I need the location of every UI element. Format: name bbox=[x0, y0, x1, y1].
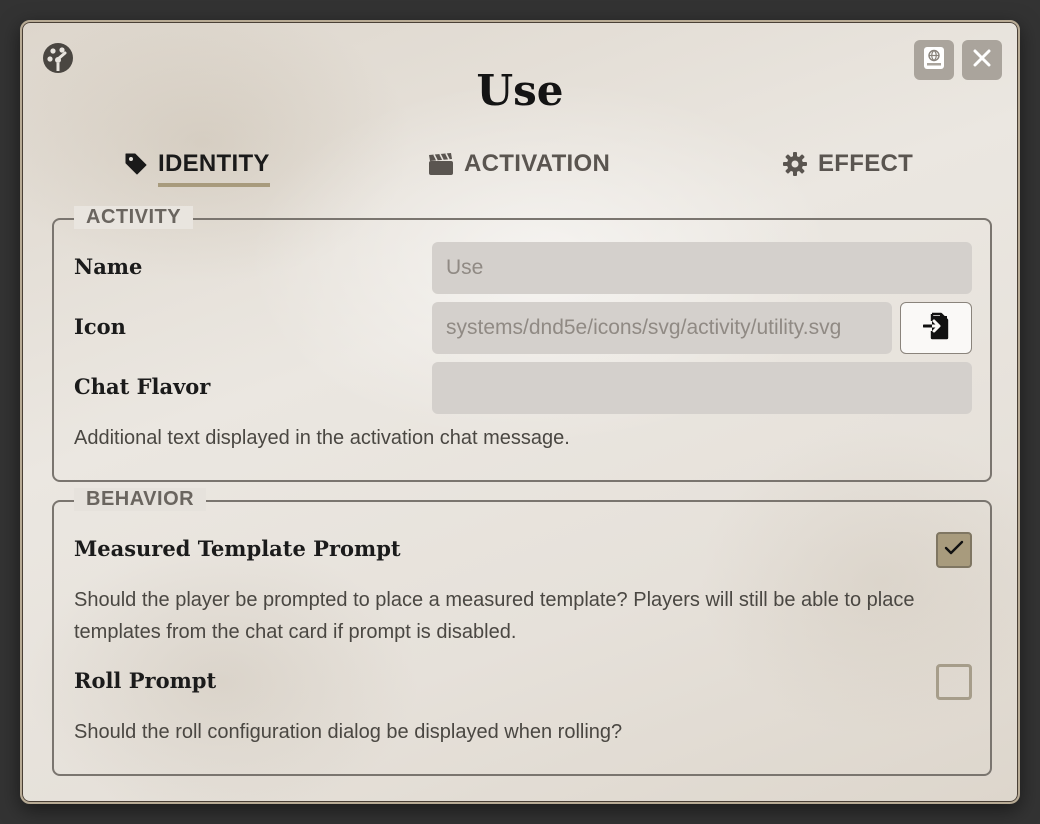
icon-label: Icon bbox=[74, 314, 126, 339]
name-label: Name bbox=[74, 254, 143, 279]
behavior-legend: BEHAVIOR bbox=[74, 488, 207, 511]
activity-config-window: Use IDENTITY ACTIVATION EFFECT ACTIVITY … bbox=[20, 20, 1020, 804]
window-title: Use bbox=[476, 66, 564, 115]
tab-activation-label: ACTIVATION bbox=[464, 150, 611, 177]
roll-prompt-label: Roll Prompt bbox=[74, 668, 217, 693]
tab-activation[interactable]: ACTIVATION bbox=[428, 150, 610, 184]
activity-legend: ACTIVITY bbox=[74, 206, 194, 229]
tab-identity-label: IDENTITY bbox=[158, 150, 270, 187]
activity-fieldset: ACTIVITY Name Use Icon systems/dnd5e/ico… bbox=[52, 206, 992, 482]
gear-icon bbox=[782, 151, 808, 184]
icon-path-input[interactable]: systems/dnd5e/icons/svg/activity/utility… bbox=[432, 302, 892, 354]
file-import-icon bbox=[922, 312, 949, 344]
chat-flavor-hint: Additional text displayed in the activat… bbox=[74, 427, 570, 449]
measured-template-prompt-label: Measured Template Prompt bbox=[74, 536, 401, 561]
measured-template-prompt-checkbox[interactable] bbox=[936, 532, 972, 568]
chat-flavor-input[interactable] bbox=[432, 362, 972, 414]
tab-effect-label: EFFECT bbox=[818, 150, 914, 177]
tag-icon bbox=[124, 152, 148, 183]
chat-flavor-label: Chat Flavor bbox=[74, 374, 211, 399]
clapperboard-icon bbox=[428, 152, 454, 183]
measured-template-prompt-hint: Should the player be prompted to place a… bbox=[74, 589, 915, 643]
file-picker-button[interactable] bbox=[900, 302, 972, 354]
name-input[interactable]: Use bbox=[432, 242, 972, 294]
behavior-fieldset: BEHAVIOR Measured Template Prompt Should… bbox=[52, 488, 992, 776]
roll-prompt-hint: Should the roll configuration dialog be … bbox=[74, 721, 623, 743]
tab-effect[interactable]: EFFECT bbox=[782, 150, 913, 184]
tab-identity[interactable]: IDENTITY bbox=[124, 150, 270, 187]
tab-bar: IDENTITY ACTIVATION EFFECT bbox=[52, 150, 988, 194]
checkmark-icon bbox=[944, 540, 964, 560]
roll-prompt-checkbox[interactable] bbox=[936, 664, 972, 700]
